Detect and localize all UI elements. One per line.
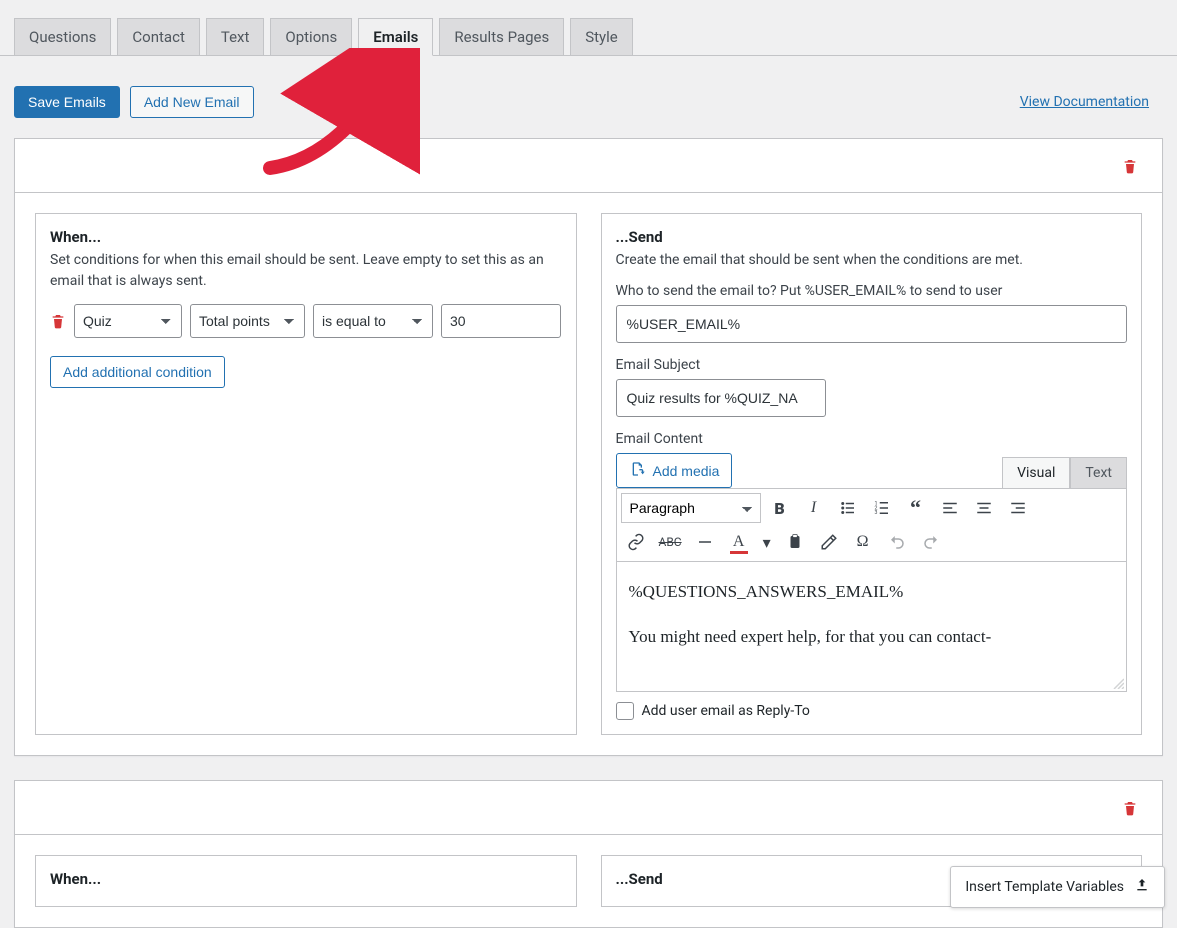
add-media-label: Add media [653,463,720,479]
add-condition-button[interactable]: Add additional condition [50,356,225,388]
align-left-icon[interactable] [935,493,965,523]
when-panel: When... Set conditions for when this ema… [35,213,577,735]
who-label: Who to send the email to? Put %USER_EMAI… [616,283,1128,299]
reply-to-checkbox[interactable] [616,702,634,720]
condition-value-input[interactable] [441,304,561,338]
subject-label: Email Subject [616,357,1128,373]
strikethrough-icon[interactable]: ABC [655,527,686,557]
undo-icon[interactable] [882,527,912,557]
trash-icon[interactable] [50,311,66,331]
tab-options[interactable]: Options [270,18,352,55]
editor-content[interactable]: %QUESTIONS_ANSWERS_EMAIL% You might need… [616,562,1128,692]
when-help-text: Set conditions for when this email shoul… [50,250,562,292]
special-char-icon[interactable]: Ω [848,527,878,557]
subject-input[interactable] [616,379,826,417]
save-emails-button[interactable]: Save Emails [14,86,120,118]
send-heading: ...Send [616,228,1128,246]
quote-icon[interactable]: “ [901,493,931,523]
view-documentation-link[interactable]: View Documentation [1020,94,1149,110]
operator-select[interactable]: is equal to [313,304,433,338]
resize-grip-icon[interactable] [1112,677,1124,689]
tab-style[interactable]: Style [570,18,633,55]
align-center-icon[interactable] [969,493,999,523]
align-right-icon[interactable] [1003,493,1033,523]
editor-toolbar: Paragraph B I 123 “ [616,488,1128,562]
when-panel-2: When... [35,855,577,907]
when-heading: When... [50,228,562,246]
svg-text:3: 3 [874,510,877,516]
send-help-text: Create the email that should be sent whe… [616,250,1128,271]
bullet-list-icon[interactable] [833,493,863,523]
media-icon [629,461,647,480]
insert-template-variables-label: Insert Template Variables [965,879,1124,895]
paste-icon[interactable] [780,527,810,557]
text-color-dropdown-icon[interactable]: ▾ [758,527,776,557]
insert-template-variables-button[interactable]: Insert Template Variables [950,866,1165,908]
send-panel: ...Send Create the email that should be … [601,213,1143,735]
reply-to-label: Add user email as Reply-To [642,703,810,719]
text-color-icon[interactable]: A [724,527,754,557]
tab-bar: Questions Contact Text Options Emails Re… [0,0,1177,56]
condition-row: Quiz Total points is equal to [50,304,562,338]
tab-questions[interactable]: Questions [14,18,111,55]
italic-icon[interactable]: I [799,493,829,523]
card-top-bar [15,781,1162,835]
editor-tab-text[interactable]: Text [1070,457,1127,488]
editor-line-2: You might need expert help, for that you… [629,623,1115,650]
email-card-1: When... Set conditions for when this ema… [14,138,1163,756]
format-select[interactable]: Paragraph [621,493,761,523]
tab-contact[interactable]: Contact [117,18,199,55]
add-new-email-button[interactable]: Add New Email [130,86,254,118]
metric-select[interactable]: Total points [190,304,305,338]
redo-icon[interactable] [916,527,946,557]
card-top-bar [15,139,1162,193]
trash-icon[interactable] [1122,798,1138,818]
tab-results-pages[interactable]: Results Pages [439,18,564,55]
criteria-select[interactable]: Quiz [74,304,182,338]
editor-line-1: %QUESTIONS_ANSWERS_EMAIL% [629,578,1115,605]
number-list-icon[interactable]: 123 [867,493,897,523]
add-media-button[interactable]: Add media [616,453,733,488]
editor-tab-visual[interactable]: Visual [1002,457,1070,488]
horizontal-rule-icon[interactable] [690,527,720,557]
upload-icon [1134,877,1150,897]
link-icon[interactable] [621,527,651,557]
clear-format-icon[interactable] [814,527,844,557]
tab-text[interactable]: Text [206,18,265,55]
tab-emails[interactable]: Emails [358,18,433,56]
when-heading-2: When... [50,870,562,888]
content-label: Email Content [616,431,1128,447]
bold-icon[interactable]: B [765,493,795,523]
who-input[interactable] [616,305,1128,343]
action-bar: Save Emails Add New Email View Documenta… [0,56,1177,138]
trash-icon[interactable] [1122,156,1138,176]
